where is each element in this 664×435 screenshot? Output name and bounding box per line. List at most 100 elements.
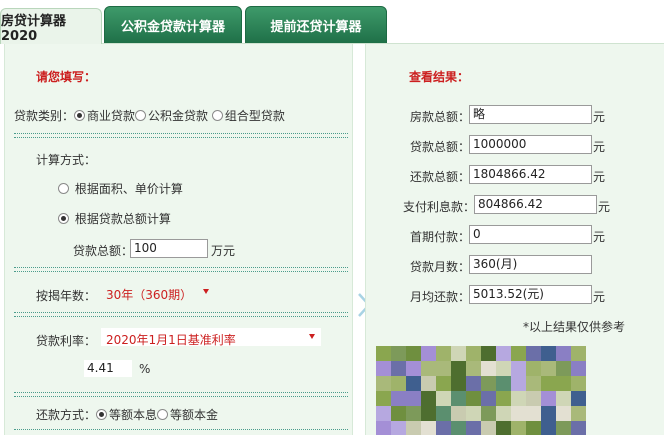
mosaic-pixel: [556, 361, 571, 376]
mosaic-pixel: [571, 421, 586, 435]
loan-total-input[interactable]: 100: [130, 239, 208, 258]
result-unit: 元: [593, 170, 606, 184]
rate-number-input[interactable]: 4.41: [83, 359, 133, 378]
calc-method-label: 计算方式：: [36, 153, 97, 167]
loan-type-label: 贷款类别：: [14, 109, 75, 123]
mosaic-pixel: [496, 376, 511, 391]
mosaic-pixel: [421, 421, 436, 435]
result-label-repay-total: 还款总额：: [410, 170, 471, 184]
radio-by-loan-total[interactable]: [58, 213, 69, 224]
mosaic-pixel: [376, 391, 391, 406]
mosaic-pixel: [541, 406, 556, 421]
mosaic-pixel: [436, 421, 451, 435]
mosaic-pixel: [526, 406, 541, 421]
mosaic-pixel: [391, 361, 406, 376]
mosaic-pixel: [466, 361, 481, 376]
mosaic-pixel: [571, 361, 586, 376]
radio-by-area-price[interactable]: [58, 183, 69, 194]
rate-select[interactable]: 2020年1月1日基准利率: [106, 331, 236, 348]
tab-provident-fund-calculator[interactable]: 公积金贷款计算器: [104, 6, 242, 44]
mosaic-pixel: [511, 346, 526, 361]
mosaic-pixel: [451, 346, 466, 361]
divider: [14, 133, 348, 134]
mosaic-pixel: [436, 361, 451, 376]
mosaic-pixel: [571, 406, 586, 421]
mosaic-pixel: [391, 391, 406, 406]
result-note: *以上结果仅供参考: [523, 320, 626, 334]
divider: [14, 312, 348, 313]
mosaic-pixel: [436, 376, 451, 391]
result-repay-total[interactable]: 1804866.42: [469, 165, 592, 184]
mosaic-pixel: [541, 361, 556, 376]
mosaic-pixel: [496, 361, 511, 376]
mosaic-pixel: [376, 361, 391, 376]
mosaic-pixel: [481, 421, 496, 435]
mosaic-pixel: [481, 346, 496, 361]
mosaic-pixel: [421, 391, 436, 406]
result-months[interactable]: 360(月): [469, 255, 592, 274]
mosaic-pixel: [436, 406, 451, 421]
chevron-down-icon[interactable]: [309, 334, 315, 339]
divider: [14, 392, 348, 393]
years-select[interactable]: 30年（360期）: [106, 286, 192, 303]
repay-equal-principal: 等额本金: [170, 408, 219, 422]
repay-equal-installment: 等额本息: [109, 408, 158, 422]
result-label-months: 贷款月数：: [410, 260, 471, 274]
mosaic-pixel: [406, 346, 421, 361]
result-monthly[interactable]: 5013.52(元): [469, 285, 592, 304]
mosaic-pixel: [481, 391, 496, 406]
loan-type-combined: 组合型贷款: [224, 109, 285, 123]
repay-row: 还款方式： 等额本息 等额本金: [36, 406, 218, 423]
chevron-down-icon[interactable]: [203, 289, 209, 294]
mosaic-pixel: [451, 361, 466, 376]
mosaic-pixel: [511, 376, 526, 391]
divider: [14, 137, 348, 138]
calc-method-total-row: 根据贷款总额计算: [58, 210, 171, 227]
radio-commercial-loan[interactable]: [74, 110, 86, 121]
radio-combined-loan[interactable]: [211, 110, 223, 121]
mosaic-pixel: [541, 391, 556, 406]
mosaic-pixel: [496, 346, 511, 361]
mosaic-pixel: [406, 361, 421, 376]
result-unit: 元: [593, 230, 606, 244]
panel-divider: [353, 44, 365, 435]
mosaic-pixel: [526, 421, 541, 435]
mosaic-pixel: [406, 421, 421, 435]
mosaic-pixel: [541, 421, 556, 435]
tab-mortgage-calculator[interactable]: 房贷计算器2020: [0, 8, 102, 44]
mosaic-pixel: [391, 406, 406, 421]
result-heading: 查看结果：: [409, 70, 470, 84]
mosaic-pixel: [526, 346, 541, 361]
radio-equal-installment[interactable]: [96, 409, 108, 420]
divider: [14, 396, 348, 397]
result-label-interest: 支付利息款：: [403, 200, 476, 214]
mosaic-pixel: [511, 361, 526, 376]
divider: [14, 271, 348, 272]
result-loan-total[interactable]: 1000000: [469, 135, 592, 154]
mosaic-pixel: [466, 421, 481, 435]
calc-method-area: 根据面积、单价计算: [74, 182, 183, 196]
result-house-total[interactable]: 略: [469, 105, 592, 124]
mosaic-pixel: [556, 391, 571, 406]
divider: [14, 267, 348, 268]
mosaic-pixel: [526, 376, 541, 391]
radio-provident-loan[interactable]: [135, 110, 147, 121]
radio-equal-principal[interactable]: [157, 409, 169, 420]
mosaic-pixel: [496, 406, 511, 421]
result-unit: 元: [593, 110, 606, 124]
mosaic-pixel: [406, 391, 421, 406]
mosaic-pixel: [481, 406, 496, 421]
mosaic-pixel: [376, 406, 391, 421]
divider: [14, 316, 348, 317]
mosaic-pixel: [541, 346, 556, 361]
mosaic-pixel: [421, 361, 436, 376]
mosaic-pixel: [571, 376, 586, 391]
mosaic-pixel: [556, 406, 571, 421]
result-unit: 元: [593, 140, 606, 154]
mosaic-pixel: [376, 376, 391, 391]
tab-prepayment-calculator[interactable]: 提前还贷计算器: [245, 6, 387, 44]
loan-total-label: 贷款总额：: [73, 244, 134, 258]
mosaic-pixel: [511, 406, 526, 421]
result-interest[interactable]: 804866.42: [474, 195, 597, 214]
result-down-payment[interactable]: 0: [469, 225, 592, 244]
